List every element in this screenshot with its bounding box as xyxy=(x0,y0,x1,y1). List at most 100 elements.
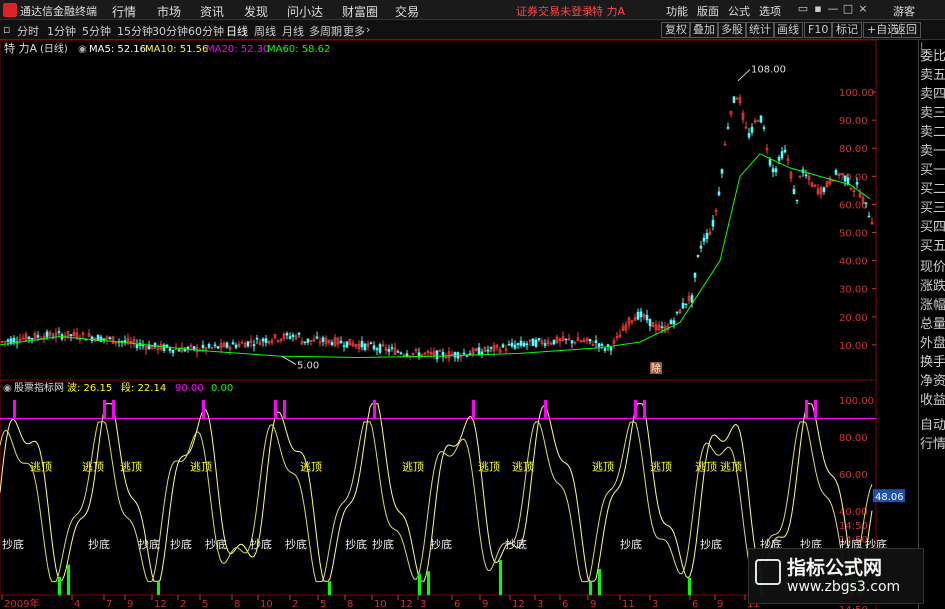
period-tab[interactable]: 分时 xyxy=(17,23,39,39)
period-tab[interactable]: 多周期 xyxy=(309,23,342,39)
bottom-signal-label: 抄底 xyxy=(345,537,367,551)
ind-tick-label: 100.00 xyxy=(839,396,874,407)
toolbar-icon[interactable]: ▫ xyxy=(3,23,10,36)
date-label: 9 xyxy=(127,599,133,609)
magenta-bar xyxy=(472,400,475,419)
tool-button[interactable]: 多股 xyxy=(717,22,747,38)
date-label: 2 xyxy=(292,599,298,609)
side-panel-label[interactable]: 买二 xyxy=(920,178,945,197)
maximize-icon[interactable]: □ xyxy=(842,2,854,16)
candle-body xyxy=(843,175,847,182)
period-tab-active[interactable]: 日线 xyxy=(226,23,248,39)
candle-body xyxy=(732,96,736,103)
candle-body xyxy=(780,151,784,159)
side-panel-label[interactable]: 收益 xyxy=(920,389,945,408)
bottom-signal-label: 抄底 xyxy=(372,537,394,551)
period-tab[interactable]: 1分钟 xyxy=(47,23,76,39)
date-label: 8 xyxy=(234,599,240,609)
tool-button[interactable]: 复权 xyxy=(661,22,691,38)
candle-body xyxy=(201,344,205,348)
candle-body xyxy=(648,318,652,327)
date-label: 5 xyxy=(320,599,326,609)
date-label: 3 xyxy=(537,599,543,609)
menu-layout[interactable]: 版面 xyxy=(697,3,719,19)
menu-item[interactable]: 市场 xyxy=(157,3,181,20)
side-panel-label[interactable]: 卖三 xyxy=(920,102,945,121)
candle-body xyxy=(762,127,766,129)
menu-function[interactable]: 功能 xyxy=(666,3,688,19)
chevron-right-icon[interactable]: › xyxy=(366,23,370,36)
bottom-signal-label: 抄底 xyxy=(430,537,452,551)
side-panel-label[interactable]: 卖五 xyxy=(920,64,945,83)
magenta-bar xyxy=(634,400,637,419)
date-label: 3 xyxy=(420,599,426,609)
side-panel-label[interactable]: 涨幅 xyxy=(920,294,945,313)
side-panel-label[interactable]: 买三 xyxy=(920,197,945,216)
side-panel-label[interactable]: 卖二 xyxy=(920,121,945,140)
candle-body xyxy=(609,347,613,351)
menu-item[interactable]: 财富圈 xyxy=(342,3,378,20)
bottom-signal-label: 抄底 xyxy=(138,537,160,551)
menu-item[interactable]: 发现 xyxy=(244,3,268,20)
tool-button[interactable]: 返回 xyxy=(891,22,921,38)
candle-body xyxy=(543,343,547,346)
period-tab[interactable]: 月线 xyxy=(282,23,304,39)
menu-item[interactable]: 交易 xyxy=(395,3,419,20)
period-tab[interactable]: 5分钟 xyxy=(82,23,111,39)
tool-button[interactable]: 画线 xyxy=(773,22,803,38)
side-panel-label[interactable]: 自动 xyxy=(920,414,945,433)
side-panel-label[interactable]: 行情 xyxy=(920,433,945,452)
menu-options[interactable]: 选项 xyxy=(759,3,781,19)
side-panel-label[interactable]: 换手 xyxy=(920,351,945,370)
tool-button[interactable]: 叠加 xyxy=(689,22,719,38)
side-panel-label[interactable]: 卖四 xyxy=(920,83,945,102)
indicator-signals: 逃顶 逃顶 逃顶 逃顶 逃顶 逃顶 逃顶 逃顶 逃顶 逃顶 逃顶 逃顶抄底 抄底 抄底 抄底 抄底 抄底 抄底 抄底… xyxy=(2,460,887,551)
side-panel-label[interactable]: 总量 xyxy=(920,313,945,332)
period-tab[interactable]: 周线 xyxy=(254,23,276,39)
period-label: (日线) xyxy=(40,42,68,55)
skin-icon[interactable]: ▪ xyxy=(812,2,824,16)
ind-tick-label: 80.00 xyxy=(839,433,868,444)
window-mode-icon[interactable]: ▭ xyxy=(797,2,809,16)
date-label: 3 xyxy=(652,599,658,609)
side-panel-label[interactable]: 卖一 xyxy=(920,140,945,159)
menu-item[interactable]: 资讯 xyxy=(200,3,224,20)
top-signal-label: 逃顶 xyxy=(300,460,322,473)
period-tab[interactable]: 15分钟 xyxy=(117,23,153,39)
menu-item[interactable]: 问小达 xyxy=(287,3,323,20)
tool-button[interactable]: F10 xyxy=(804,22,833,38)
period-tab-more[interactable]: 更多 xyxy=(343,23,365,39)
candle-body xyxy=(834,170,838,175)
candle-body xyxy=(486,349,490,352)
ma60-polyline xyxy=(0,153,871,359)
side-panel-label[interactable]: 委比 xyxy=(920,45,945,64)
period-tab[interactable]: 60分钟 xyxy=(188,23,224,39)
candle-body xyxy=(552,339,556,345)
minimize-icon[interactable]: — xyxy=(827,2,839,16)
side-panel-label[interactable]: 买五 xyxy=(920,235,945,254)
side-panel-label[interactable]: 外盘 xyxy=(920,332,945,351)
date-label: 11 xyxy=(622,599,635,609)
side-panel-label[interactable]: 涨跌 xyxy=(920,275,945,294)
candle-body xyxy=(462,352,466,355)
side-panel-label[interactable]: 现价 xyxy=(920,256,945,275)
menu-item[interactable]: 行情 xyxy=(112,3,136,20)
chart-frame xyxy=(0,40,918,609)
top-signal-label: 逃顶 xyxy=(720,460,742,473)
side-panel-label[interactable]: 净资 xyxy=(920,370,945,389)
side-panel-label[interactable]: 买一 xyxy=(920,159,945,178)
side-panel-label[interactable]: 买四 xyxy=(920,216,945,235)
tool-button[interactable]: 标记 xyxy=(832,22,862,38)
close-icon[interactable]: × xyxy=(857,2,869,16)
menu-formula[interactable]: 公式 xyxy=(728,3,750,19)
green-bar xyxy=(67,564,70,595)
price-annotations: 108.00 5.00 除 xyxy=(281,65,786,375)
stock-chart[interactable]: 特 力A (日线) ◉ MA5: 52.16MA10: 51.56MA20: 52.3… xyxy=(0,40,918,609)
period-tab[interactable]: 30分钟 xyxy=(152,23,188,39)
user-label[interactable]: 游客 xyxy=(893,3,915,19)
watermark: 指标公式网 www.zbgs3.com xyxy=(748,548,924,604)
top-signal-label: 逃顶 xyxy=(478,460,500,473)
candle-body xyxy=(525,343,529,346)
tool-button[interactable]: 统计 xyxy=(745,22,775,38)
candle-body xyxy=(513,344,517,349)
